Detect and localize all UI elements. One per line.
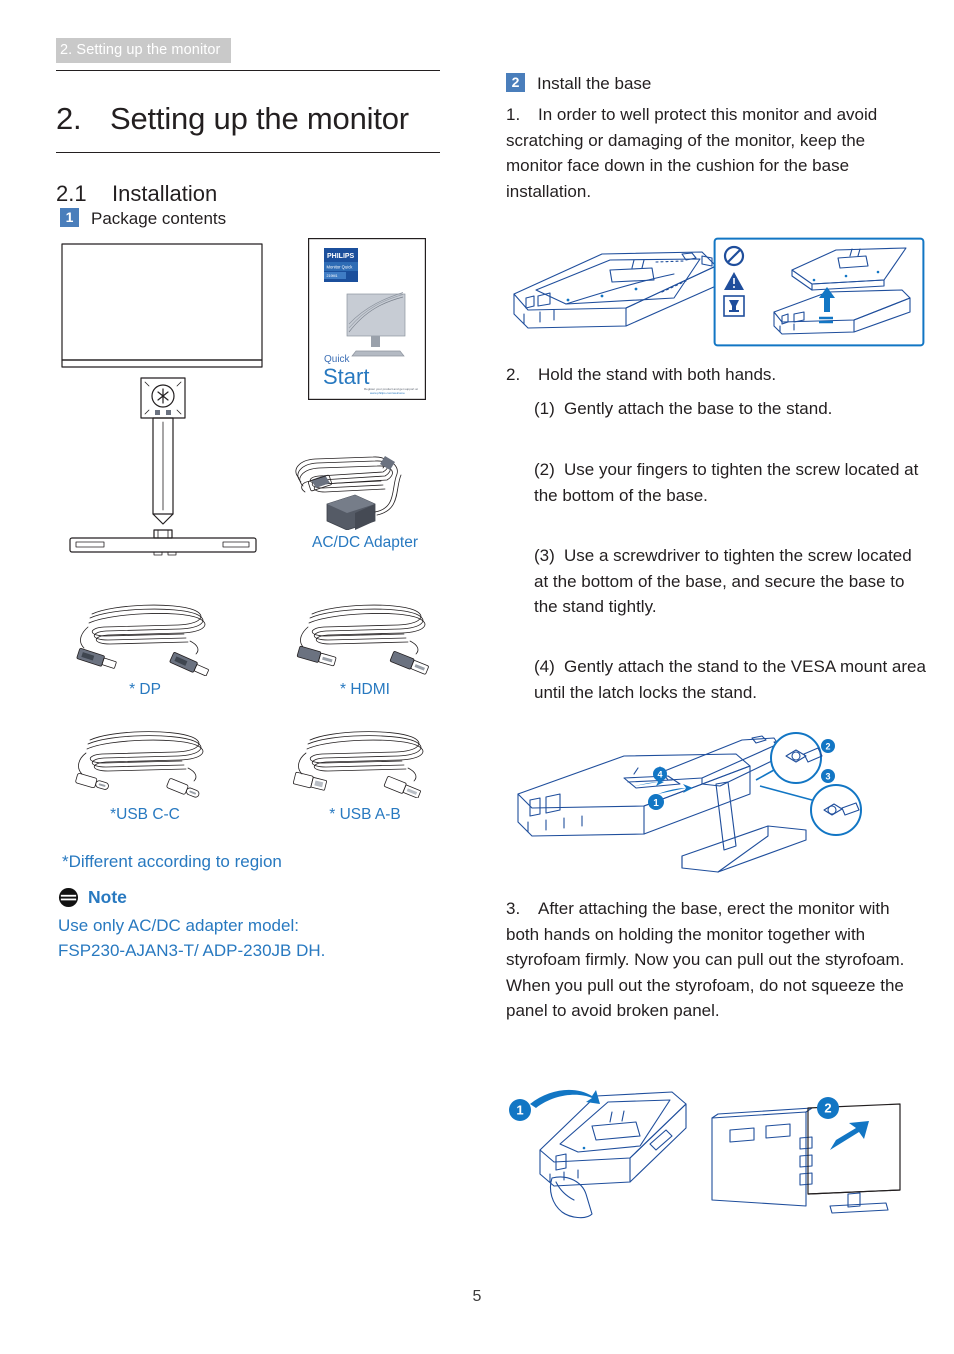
substep-3: (3) Use a screwdriver to tighten the scr… [534, 543, 926, 620]
substep-4-number: (4) [534, 657, 555, 676]
stand-callout-2: 2 [825, 742, 830, 752]
step-2: 2. Hold the stand with both hands. [506, 362, 926, 388]
note-body-line-2: FSP230-AJAN3-T/ ADP-230JB DH. [58, 941, 326, 960]
page-number: 5 [472, 1288, 482, 1305]
hdmi-cable-illustration [282, 596, 442, 676]
chapter-title-text: Setting up the monitor [110, 100, 409, 136]
install-base-heading: 2 Install the base [506, 73, 651, 95]
svg-text:Monitor Quick: Monitor Quick [327, 265, 354, 270]
region-disclaimer: *Different according to region [62, 852, 282, 871]
svg-text:www.philips.com/welcome: www.philips.com/welcome [370, 391, 405, 395]
substep-4: (4) Gently attach the stand to the VESA … [534, 654, 926, 705]
hdmi-cable-label: * HDMI [340, 681, 390, 698]
erect-monitor-illustration: 1 2 [500, 1082, 930, 1222]
step-badge-2: 2 [506, 73, 525, 92]
running-header: 2. Setting up the monitor [56, 38, 231, 63]
step-2-text: Hold the stand with both hands. [538, 365, 777, 384]
stand-callout-3: 3 [825, 772, 830, 782]
substep-1-text: Gently attach the base to the stand. [564, 399, 833, 418]
usb-c-c-cable-label: *USB C-C [110, 806, 180, 823]
svg-text:Start: Start [323, 364, 369, 389]
step-2-number: 2. [506, 365, 521, 384]
usb-a-b-cable-illustration [282, 726, 442, 798]
page-title: 2. Setting up the monitor [56, 97, 409, 141]
erect-callout-1: 1 [516, 1103, 523, 1118]
note-body-line-1: Use only AC/DC adapter model: [58, 916, 299, 935]
usb-a-b-cable-label: * USB A-B [329, 806, 401, 823]
substep-3-text: Use a screwdriver to tighten the screw l… [534, 546, 912, 616]
cushion-orientation-illustration [506, 236, 926, 348]
substep-2: (2) Use your fingers to tighten the scre… [534, 457, 926, 508]
svg-text:PHILIPS: PHILIPS [327, 253, 355, 260]
note-title: Note [88, 887, 127, 907]
note-block: Note Use only AC/DC adapter model: FSP23… [58, 886, 428, 963]
section-title: 2.1 Installation [56, 178, 217, 210]
step-1-number: 1. [506, 105, 521, 124]
substep-4-text: Gently attach the stand to the VESA moun… [534, 657, 926, 702]
step-3: 3. After attaching the base, erect the m… [506, 896, 926, 1024]
note-heading: Note [58, 886, 428, 908]
step-3-number: 3. [506, 899, 521, 918]
substep-2-text: Use your fingers to tighten the screw lo… [534, 460, 919, 505]
usb-c-c-cable-illustration [62, 726, 222, 798]
stand-callout-1: 1 [653, 798, 659, 809]
header-rule [56, 70, 440, 72]
section-number: 2.1 [56, 181, 87, 207]
stand-callout-4: 4 [657, 770, 662, 780]
substep-1: (1) Gently attach the base to the stand. [534, 396, 926, 422]
package-contents-heading: 1 Package contents [60, 208, 226, 230]
quick-start-guide-illustration: PHILIPS Monitor Quick 219M1 Quick Start … [308, 238, 426, 400]
substep-2-number: (2) [534, 460, 555, 479]
dp-cable-illustration [62, 596, 222, 676]
step-1-text: In order to well protect this monitor an… [506, 105, 878, 201]
section-rule [56, 152, 440, 154]
step-3-text: After attaching the base, erect the moni… [506, 899, 905, 1020]
note-body: Use only AC/DC adapter model: FSP230-AJA… [58, 913, 428, 963]
install-base-label: Install the base [537, 74, 652, 93]
stand-assembly-illustration: 1 4 2 3 [506, 730, 906, 880]
step-1: 1. In order to well protect this monitor… [506, 102, 926, 204]
note-icon [58, 887, 79, 907]
substep-1-number: (1) [534, 399, 555, 418]
section-title-text: Installation [112, 181, 218, 207]
erect-callout-2: 2 [824, 1101, 831, 1116]
ac-dc-adapter-label: AC/DC Adapter [312, 534, 418, 551]
dp-cable-label: * DP [129, 681, 161, 698]
substep-3-number: (3) [534, 546, 555, 565]
document-page: 2. Setting up the monitor 2. Setting up t… [0, 0, 954, 1354]
step-badge-1: 1 [60, 208, 79, 227]
package-contents-label: Package contents [91, 209, 227, 228]
chapter-number: 2. [56, 100, 82, 136]
ac-dc-adapter-illustration [285, 448, 435, 530]
monitor-illustration [58, 240, 288, 560]
svg-text:219M1: 219M1 [327, 274, 338, 278]
